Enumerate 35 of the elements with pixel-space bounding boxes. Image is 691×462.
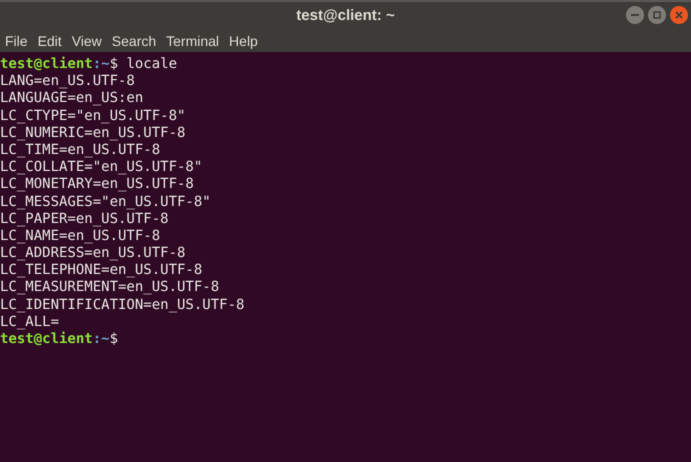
output-line: LC_TELEPHONE=en_US.UTF-8 [0,262,202,280]
close-icon [675,11,683,19]
prompt-path: :~ [92,56,110,74]
menu-item[interactable]: Terminal [162,30,224,52]
menu-item[interactable]: Edit [34,30,66,52]
output-line: LC_PAPER=en_US.UTF-8 [0,210,169,228]
prompt-user-host: test@client [0,331,93,348]
close-button[interactable] [670,6,688,24]
minimize-button[interactable] [626,6,644,24]
command-text: locale [125,56,178,74]
output-line: LC_TIME=en_US.UTF-8 [0,142,160,160]
prompt-symbol: $ [110,56,118,74]
maximize-button[interactable] [648,6,666,24]
output-line: LC_COLLATE="en_US.UTF-8" [0,159,202,176]
prompt-user-host: test@client [0,56,93,74]
prompt-symbol: $ [110,331,118,348]
output-line: LC_IDENTIFICATION=en_US.UTF-8 [0,296,244,314]
output-line: LC_ALL= [0,314,60,331]
output-line: LC_MEASUREMENT=en_US.UTF-8 [0,279,220,297]
output-line: LC_MONETARY=en_US.UTF-8 [0,176,194,194]
prompt-path: :~ [92,331,110,348]
output-line: LC_ADDRESS=en_US.UTF-8 [0,245,186,262]
output-line: LC_NAME=en_US.UTF-8 [0,228,160,246]
output-line: LC_CTYPE="en_US.UTF-8" [0,108,186,125]
window-title: test@client: ~ [296,6,395,26]
output-line: LANG=en_US.UTF-8 [0,73,135,90]
output-line: LC_MESSAGES="en_US.UTF-8" [0,194,211,211]
menu-item[interactable]: Search [108,30,160,52]
menu-item[interactable]: File [1,30,32,52]
menu-item[interactable]: View [68,30,106,52]
maximize-icon [653,11,661,19]
minimize-icon [631,14,639,16]
output-line: LANGUAGE=en_US:en [0,90,144,108]
menu-item[interactable]: Help [225,30,262,52]
output-line: LC_NUMERIC=en_US.UTF-8 [0,124,186,142]
